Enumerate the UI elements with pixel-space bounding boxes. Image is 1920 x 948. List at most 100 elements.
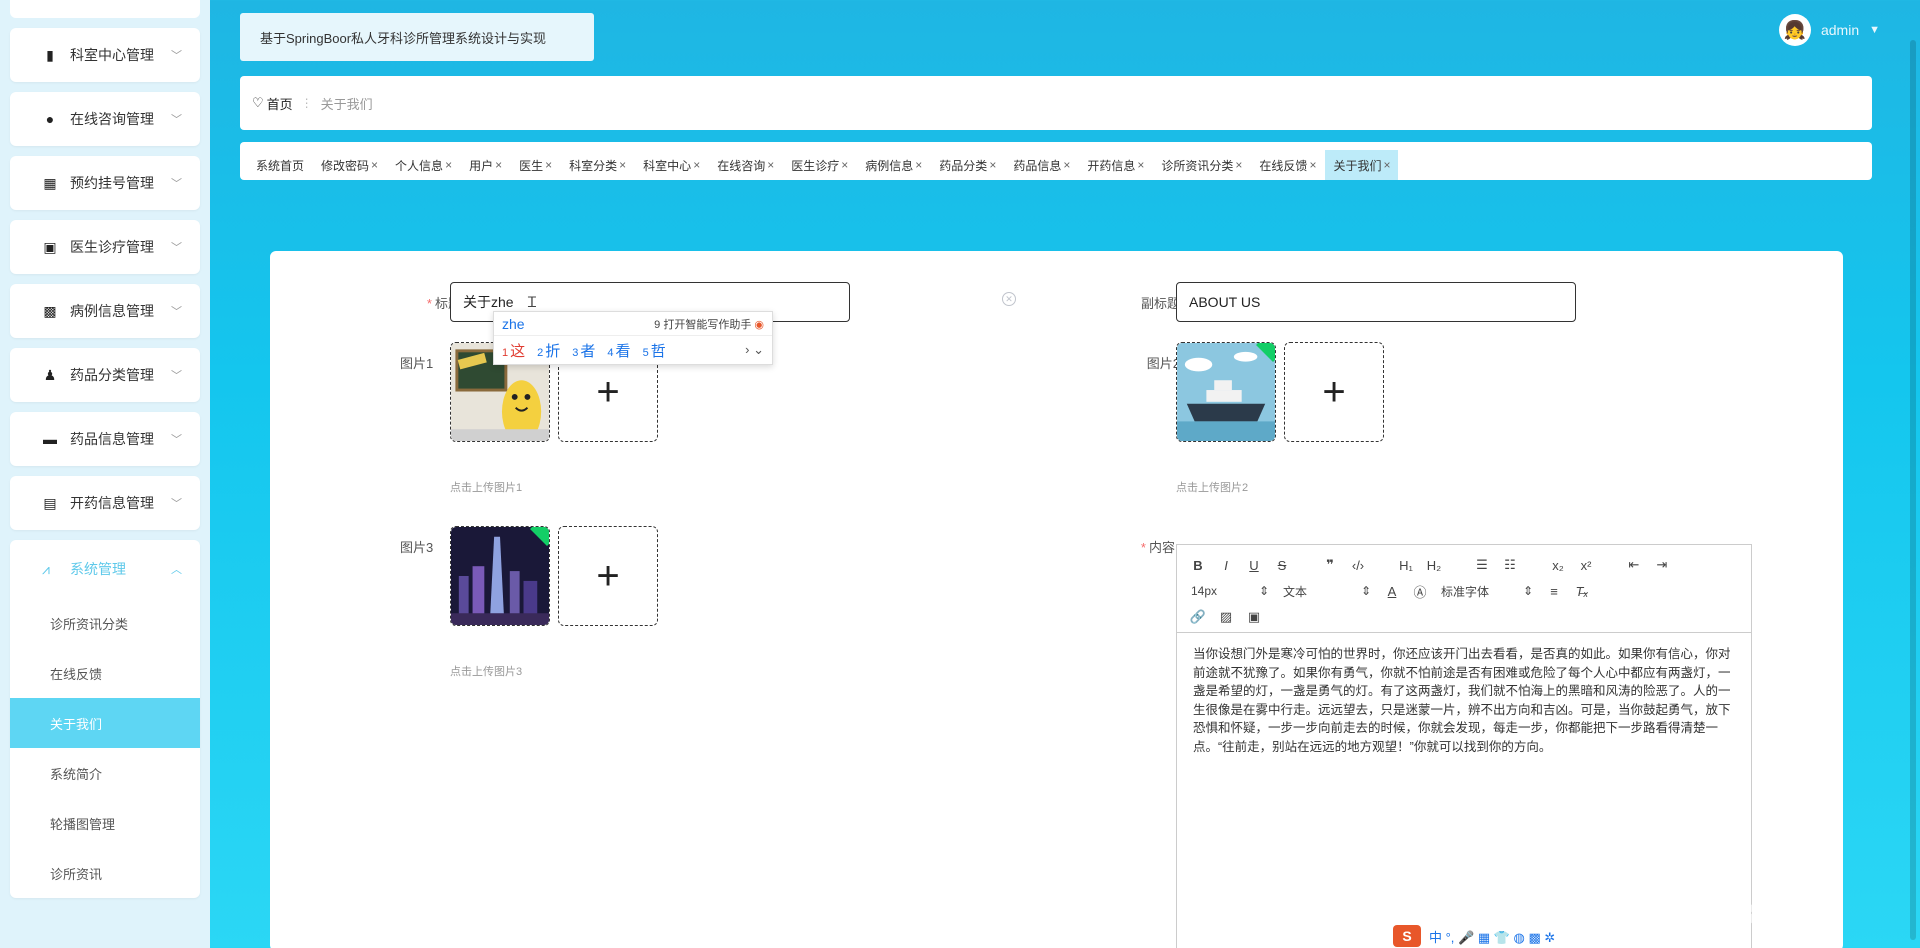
- bold-icon[interactable]: B: [1187, 554, 1209, 576]
- close-icon[interactable]: ×: [445, 158, 452, 172]
- tab-item[interactable]: 在线反馈 ×: [1251, 150, 1324, 180]
- sidebar-item-5[interactable]: ♟ 药品分类管理 ﹀: [10, 348, 200, 402]
- submenu-item[interactable]: 系统简介: [10, 748, 200, 798]
- close-icon[interactable]: ×: [693, 158, 700, 172]
- ime-candidate[interactable]: 2折: [537, 340, 560, 361]
- close-icon[interactable]: ×: [371, 158, 378, 172]
- outdent-icon[interactable]: ⇤: [1623, 554, 1645, 576]
- tab-item[interactable]: 关于我们 ×: [1325, 150, 1399, 180]
- editor-content[interactable]: 当你设想门外是寒冷可怕的世界时，你还应该开门出去看看，是否真的如此。如果你有信心…: [1177, 633, 1751, 768]
- close-icon[interactable]: ×: [545, 158, 552, 172]
- submenu-item[interactable]: 关于我们: [10, 698, 200, 748]
- tab-item[interactable]: 医生 ×: [511, 150, 560, 180]
- sidebar-item-0[interactable]: ▮ 科室中心管理 ﹀: [10, 28, 200, 82]
- clear-format-icon[interactable]: T̶ₓ: [1571, 580, 1593, 602]
- ime-assistant-tip[interactable]: 9 打开智能写作助手 ◉: [654, 316, 764, 332]
- ordered-list-icon[interactable]: ☰: [1471, 554, 1493, 576]
- close-icon[interactable]: ×: [495, 158, 502, 172]
- close-icon[interactable]: ×: [1383, 158, 1390, 172]
- close-icon[interactable]: ×: [1309, 158, 1316, 172]
- tab-item[interactable]: 医生诊疗 ×: [783, 150, 856, 180]
- sidebar-item-4[interactable]: ▩ 病例信息管理 ﹀: [10, 284, 200, 338]
- close-icon[interactable]: ×: [841, 158, 848, 172]
- link-icon[interactable]: 🔗: [1187, 606, 1209, 628]
- tab-item[interactable]: 药品分类 ×: [931, 150, 1004, 180]
- close-icon[interactable]: ×: [767, 158, 774, 172]
- sidebar-item-6[interactable]: ▬ 药品信息管理 ﹀: [10, 412, 200, 466]
- breadcrumb-separator: ⋮: [300, 96, 313, 110]
- user-icon: ♟: [43, 366, 57, 383]
- image-icon[interactable]: ▨: [1215, 606, 1237, 628]
- submenu-item[interactable]: 轮播图管理: [10, 798, 200, 848]
- close-icon[interactable]: ×: [915, 158, 922, 172]
- tab-label: 系统首页: [256, 158, 305, 173]
- video-icon[interactable]: ▣: [1243, 606, 1265, 628]
- tab-item[interactable]: 系统首页: [248, 150, 312, 180]
- ime-candidate[interactable]: 3者: [572, 340, 595, 361]
- sidebar-item-2[interactable]: ▦ 预约挂号管理 ﹀: [10, 156, 200, 210]
- image3-thumbnail[interactable]: [450, 526, 550, 626]
- heading2-icon[interactable]: H₂: [1423, 554, 1445, 576]
- close-icon[interactable]: ×: [989, 158, 996, 172]
- tab-item[interactable]: 开药信息 ×: [1079, 150, 1152, 180]
- font-color-icon[interactable]: A: [1381, 580, 1403, 602]
- heading1-icon[interactable]: H₁: [1395, 554, 1417, 576]
- tab-item[interactable]: 诊所资讯分类 ×: [1153, 150, 1250, 180]
- strikethrough-icon[interactable]: S: [1271, 554, 1293, 576]
- indent-icon[interactable]: ⇥: [1651, 554, 1673, 576]
- subscript-icon[interactable]: x₂: [1547, 554, 1569, 576]
- user-name[interactable]: admin: [1821, 22, 1859, 38]
- sidebar-item-1[interactable]: ● 在线咨询管理 ﹀: [10, 92, 200, 146]
- tab-item[interactable]: 科室分类 ×: [561, 150, 634, 180]
- superscript-icon[interactable]: x²: [1575, 554, 1597, 576]
- sidebar-item-system[interactable]: ⩘ 系统管理 ︿: [10, 540, 200, 598]
- submenu-item[interactable]: 诊所资讯分类: [10, 598, 200, 648]
- image2-thumbnail[interactable]: [1176, 342, 1276, 442]
- tab-item[interactable]: 病例信息 ×: [857, 150, 930, 180]
- code-icon[interactable]: ‹/›: [1347, 554, 1369, 576]
- ime-candidate-popup: zhe 9 打开智能写作助手 ◉ 1 这 2 折 3 者 4 看 5 哲 › ⌄: [493, 311, 773, 365]
- user-menu[interactable]: 👧 admin ▼: [1778, 14, 1880, 46]
- editor-toolbar: B I U S ❞ ‹/› H₁ H₂ ☰ ☷ x₂ x² ⇤ ⇥ 14px ⇕ …: [1177, 545, 1751, 633]
- ime-page-arrows[interactable]: › ⌄: [745, 342, 764, 358]
- ime-candidate[interactable]: 1这: [502, 340, 525, 361]
- sidebar-item-3[interactable]: ▣ 医生诊疗管理 ﹀: [10, 220, 200, 274]
- tab-item[interactable]: 在线咨询 ×: [709, 150, 782, 180]
- underline-icon[interactable]: U: [1243, 554, 1265, 576]
- text-type-select[interactable]: 文本 ⇕: [1279, 580, 1375, 602]
- avatar[interactable]: 👧: [1778, 14, 1811, 46]
- clear-icon[interactable]: ✕: [1002, 292, 1016, 306]
- quote-icon[interactable]: ❞: [1319, 554, 1341, 576]
- close-icon[interactable]: ×: [1063, 158, 1070, 172]
- sogou-logo-icon[interactable]: S: [1393, 925, 1421, 947]
- close-icon[interactable]: ×: [1235, 158, 1242, 172]
- ime-candidate[interactable]: 5哲: [643, 340, 666, 361]
- tab-item[interactable]: 科室中心 ×: [635, 150, 708, 180]
- breadcrumb-home[interactable]: ♡ 首页: [252, 94, 293, 113]
- close-icon[interactable]: ×: [619, 158, 626, 172]
- italic-icon[interactable]: I: [1215, 554, 1237, 576]
- ime-status-bar[interactable]: S 中 °, 🎤 ▦ 👕 ◍ ▩ ✲: [1393, 925, 1625, 947]
- font-family-select[interactable]: 标准字体 ⇕: [1437, 580, 1537, 602]
- bullet-list-icon[interactable]: ☷: [1499, 554, 1521, 576]
- font-size-select[interactable]: 14px ⇕: [1187, 580, 1273, 602]
- tab-label: 科室分类: [569, 158, 618, 173]
- subtitle-input[interactable]: ABOUT US: [1176, 282, 1576, 322]
- image2-upload-button[interactable]: +: [1284, 342, 1384, 442]
- image3-upload-button[interactable]: +: [558, 526, 658, 626]
- page-scrollbar[interactable]: [1910, 40, 1916, 940]
- sidebar-item-7[interactable]: ▤ 开药信息管理 ﹀: [10, 476, 200, 530]
- background-color-icon[interactable]: Ⓐ: [1409, 580, 1431, 602]
- assistant-icon: ◉: [754, 318, 764, 331]
- tab-item[interactable]: 药品信息 ×: [1005, 150, 1078, 180]
- submenu-item[interactable]: 在线反馈: [10, 648, 200, 698]
- tab-item[interactable]: 用户 ×: [461, 150, 510, 180]
- ime-status-icons[interactable]: 中 °, 🎤 ▦ 👕 ◍ ▩ ✲: [1429, 927, 1555, 946]
- close-icon[interactable]: ×: [1137, 158, 1144, 172]
- tab-item[interactable]: 修改密码 ×: [313, 150, 386, 180]
- tab-item[interactable]: 个人信息 ×: [387, 150, 460, 180]
- caret-down-icon[interactable]: ▼: [1869, 24, 1880, 36]
- ime-candidate[interactable]: 4看: [607, 340, 630, 361]
- submenu-item[interactable]: 诊所资讯: [10, 848, 200, 898]
- align-icon[interactable]: ≡: [1543, 580, 1565, 602]
